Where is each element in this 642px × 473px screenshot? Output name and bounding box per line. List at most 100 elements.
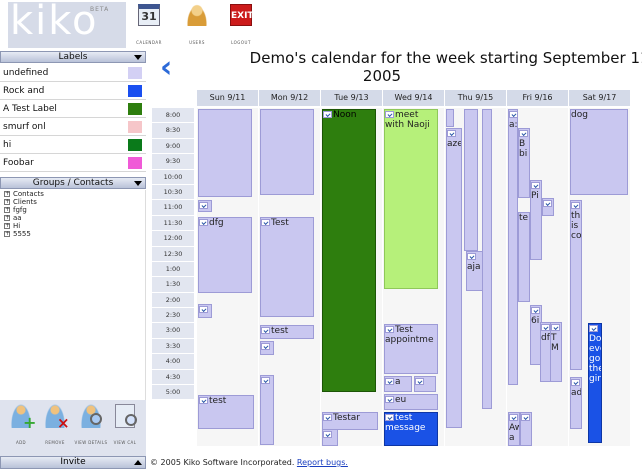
chevron-down-icon[interactable] bbox=[134, 181, 142, 186]
calendar-event[interactable] bbox=[446, 109, 454, 127]
check-icon[interactable] bbox=[589, 325, 598, 332]
label-item[interactable]: hi bbox=[0, 136, 146, 154]
check-icon[interactable] bbox=[521, 414, 530, 421]
check-icon[interactable] bbox=[385, 414, 394, 421]
remove-contact-button[interactable]: × REMOVE bbox=[42, 404, 70, 445]
check-icon[interactable] bbox=[261, 219, 270, 226]
calendar-event[interactable]: T M bbox=[550, 322, 562, 382]
calendar-event[interactable]: dog bbox=[570, 109, 628, 195]
calendar-event[interactable]: Pi bbox=[530, 180, 542, 260]
calendar-event[interactable]: Noon bbox=[322, 109, 376, 392]
group-item[interactable]: + fgfg bbox=[0, 206, 145, 214]
expand-icon[interactable]: + bbox=[4, 207, 10, 213]
calendar-event[interactable] bbox=[482, 109, 492, 409]
day-header[interactable]: Sat 9/17 bbox=[568, 90, 630, 106]
check-icon[interactable] bbox=[415, 378, 424, 385]
add-contact-button[interactable]: + ADD bbox=[8, 404, 36, 445]
calendar-event[interactable]: this is coc bbox=[570, 200, 582, 370]
group-item[interactable]: + Contacts bbox=[0, 190, 145, 198]
expand-icon[interactable]: + bbox=[4, 199, 10, 205]
check-icon[interactable] bbox=[447, 130, 456, 137]
calendar-event[interactable]: ads bbox=[570, 377, 582, 429]
check-icon[interactable] bbox=[323, 431, 332, 438]
chevron-down-icon[interactable] bbox=[134, 55, 142, 60]
calendar-event[interactable]: Test appointme bbox=[384, 324, 438, 374]
calendar-event[interactable]: aze bbox=[446, 128, 462, 428]
calendar-event[interactable] bbox=[464, 109, 478, 251]
calendar-event[interactable]: Testar bbox=[322, 412, 378, 430]
check-icon[interactable] bbox=[467, 253, 476, 260]
groups-header[interactable]: Groups / Contacts bbox=[0, 177, 146, 189]
check-icon[interactable] bbox=[543, 200, 552, 207]
view-cal-button[interactable]: VIEW CAL bbox=[112, 404, 138, 445]
check-icon[interactable] bbox=[261, 343, 270, 350]
check-icon[interactable] bbox=[509, 111, 517, 118]
check-icon[interactable] bbox=[199, 202, 208, 209]
calendar-event[interactable]: Aw a bbox=[508, 412, 520, 446]
label-item[interactable]: undefined bbox=[0, 64, 146, 82]
expand-icon[interactable]: + bbox=[4, 191, 10, 197]
check-icon[interactable] bbox=[541, 324, 550, 331]
calendar-event[interactable]: test message bbox=[384, 412, 438, 446]
label-item[interactable]: Rock and bbox=[0, 82, 146, 100]
check-icon[interactable] bbox=[199, 219, 208, 226]
calendar-event[interactable] bbox=[520, 412, 532, 446]
check-icon[interactable] bbox=[551, 324, 560, 331]
check-icon[interactable] bbox=[509, 414, 518, 421]
check-icon[interactable] bbox=[199, 397, 208, 404]
calendar-event[interactable]: a bbox=[384, 376, 412, 392]
check-icon[interactable] bbox=[531, 307, 540, 314]
view-details-button[interactable]: VIEW DETAILS bbox=[75, 404, 107, 445]
day-header[interactable]: Wed 9/14 bbox=[382, 90, 444, 106]
check-icon[interactable] bbox=[385, 111, 394, 118]
calendar-event[interactable]: Bbi bbox=[518, 128, 530, 198]
calendar-event[interactable]: Do eve go the gir bbox=[588, 323, 602, 443]
day-header[interactable]: Fri 9/16 bbox=[506, 90, 568, 106]
label-item[interactable]: A Test Label bbox=[0, 100, 146, 118]
labels-header[interactable]: Labels bbox=[0, 51, 146, 63]
label-item[interactable]: smurf onl bbox=[0, 118, 146, 136]
report-bugs-link[interactable]: Report bugs. bbox=[297, 458, 348, 467]
check-icon[interactable] bbox=[519, 130, 528, 137]
check-icon[interactable] bbox=[385, 396, 394, 403]
day-header[interactable]: Tue 9/13 bbox=[320, 90, 382, 106]
group-item[interactable]: + Clients bbox=[0, 198, 145, 206]
expand-icon[interactable]: + bbox=[4, 215, 10, 221]
calendar-event[interactable]: meet with Naoji bbox=[384, 109, 438, 289]
check-icon[interactable] bbox=[571, 202, 580, 209]
group-item[interactable]: +5555 bbox=[0, 230, 145, 238]
users-button[interactable]: USERS bbox=[182, 4, 212, 46]
calendar-event[interactable]: dfg bbox=[198, 217, 252, 293]
calendar-event[interactable] bbox=[260, 341, 274, 355]
check-icon[interactable] bbox=[385, 326, 394, 333]
day-header[interactable]: Sun 9/11 bbox=[196, 90, 258, 106]
check-icon[interactable] bbox=[199, 306, 208, 313]
check-icon[interactable] bbox=[531, 182, 540, 189]
check-icon[interactable] bbox=[571, 379, 580, 386]
calendar-button[interactable]: 31 CALENDAR bbox=[134, 4, 164, 46]
calendar-event[interactable]: eu bbox=[384, 394, 438, 410]
calendar-event[interactable]: test bbox=[198, 395, 254, 429]
calendar-event[interactable] bbox=[198, 304, 212, 318]
label-item[interactable]: Foobar bbox=[0, 154, 146, 172]
kiko-logo[interactable]: kiko BETA bbox=[8, 0, 126, 48]
check-icon[interactable] bbox=[261, 327, 270, 334]
calendar-event[interactable]: test bbox=[260, 325, 314, 339]
calendar-event[interactable] bbox=[322, 429, 338, 446]
check-icon[interactable] bbox=[261, 377, 270, 384]
calendar-event[interactable] bbox=[542, 198, 554, 216]
check-icon[interactable] bbox=[385, 378, 394, 385]
calendar-event[interactable] bbox=[198, 200, 212, 212]
logout-button[interactable]: EXIT LOGOUT bbox=[226, 4, 256, 46]
group-item[interactable]: + aa bbox=[0, 214, 145, 222]
day-header[interactable]: Thu 9/15 bbox=[444, 90, 506, 106]
check-icon[interactable] bbox=[323, 111, 332, 118]
calendar-event[interactable]: a: bbox=[508, 109, 518, 385]
calendar-event[interactable]: te bbox=[518, 212, 530, 302]
calendar-event[interactable] bbox=[414, 376, 436, 392]
check-icon[interactable] bbox=[323, 414, 332, 421]
invite-bar[interactable]: Invite bbox=[0, 456, 146, 469]
calendar-event[interactable] bbox=[260, 375, 274, 445]
group-item[interactable]: + Hi bbox=[0, 222, 145, 230]
chevron-up-icon[interactable] bbox=[134, 460, 142, 465]
